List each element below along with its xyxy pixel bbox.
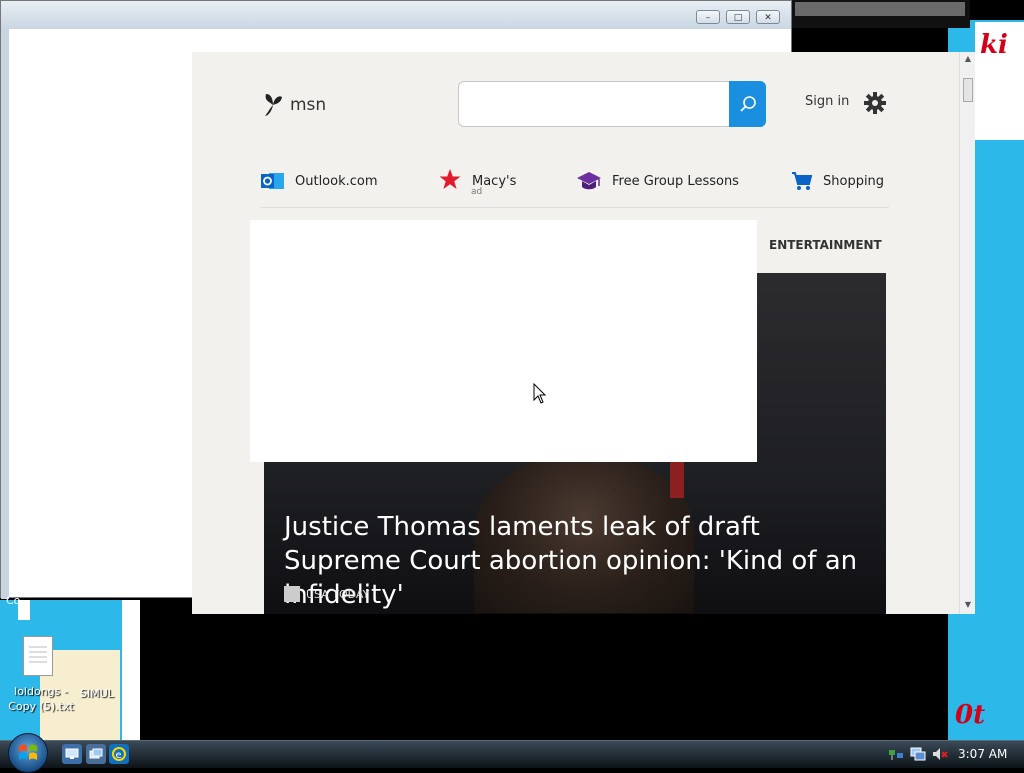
monitor-icon[interactable] — [910, 746, 926, 762]
scroll-thumb[interactable] — [963, 78, 973, 102]
close-button[interactable]: ✕ — [756, 10, 780, 24]
system-tray: 3:07 AM — [888, 742, 1024, 766]
search-input[interactable] — [458, 81, 766, 127]
quick-link-macys[interactable]: Macy's ad — [438, 166, 516, 197]
window-frame — [1, 29, 9, 599]
scroll-down-arrow-icon[interactable]: ▼ — [960, 600, 975, 612]
window-titlebar[interactable]: – □ ✕ — [1, 1, 791, 29]
start-button[interactable] — [8, 733, 48, 773]
macys-star-icon — [439, 169, 461, 189]
ad-badge: ad — [471, 187, 483, 197]
ad-placeholder[interactable] — [250, 220, 757, 462]
vertical-scrollbar[interactable]: ▲ ▼ — [959, 52, 975, 614]
wallpaper-text-bottom: 0t — [955, 700, 986, 730]
wallpaper-text: ki — [980, 30, 1008, 60]
background-window-strip — [795, 2, 965, 16]
quick-link-free-group-lessons[interactable]: Free Group Lessons — [576, 166, 739, 196]
volume-muted-icon[interactable] — [932, 746, 948, 762]
section-label[interactable]: ENTERTAINMENT — [769, 238, 882, 252]
scroll-up-arrow-icon[interactable]: ▲ — [960, 54, 975, 66]
outlook-icon — [261, 173, 284, 189]
hero-image-detail — [670, 458, 684, 498]
article-source: USA TODAY — [306, 588, 370, 601]
desktop-partial-label: Co — [6, 594, 21, 607]
internet-explorer-icon[interactable]: e — [109, 744, 129, 764]
show-desktop-icon[interactable] — [62, 744, 82, 764]
taskbar — [0, 740, 1024, 768]
quick-link-outlook[interactable]: Outlook.com — [261, 166, 378, 196]
graduation-cap-icon — [577, 172, 601, 190]
settings-button[interactable] — [863, 91, 887, 115]
desktop-icon-label[interactable]: SIMUL — [80, 686, 114, 701]
msn-butterfly-icon — [265, 94, 282, 116]
sign-in-link[interactable]: Sign in — [805, 94, 849, 109]
quick-link-label: Shopping — [823, 173, 885, 189]
msn-logo-text: msn — [290, 95, 327, 115]
desktop-icon-label: loldongs - Copy (5).txt — [8, 685, 74, 713]
msn-logo[interactable]: msn — [262, 92, 326, 118]
minimize-button[interactable]: – — [696, 10, 720, 24]
wallpaper-fragment — [122, 600, 140, 740]
quick-link-label: Free Group Lessons — [612, 173, 739, 189]
search-button[interactable] — [729, 81, 766, 127]
clock[interactable]: 3:07 AM — [958, 747, 1007, 761]
svg-text:e: e — [116, 750, 122, 761]
gear-icon — [864, 92, 886, 114]
switch-windows-icon[interactable] — [86, 744, 106, 764]
quick-link-shopping[interactable]: Shopping — [791, 166, 884, 196]
source-logo-icon — [284, 586, 300, 602]
shopping-cart-icon — [792, 172, 813, 190]
mouse-pointer-icon — [533, 382, 547, 409]
network-icon[interactable] — [888, 746, 904, 762]
text-file-icon — [23, 636, 53, 676]
search-icon — [739, 96, 756, 112]
article-headline[interactable]: Justice Thomas laments leak of draft Sup… — [284, 510, 874, 612]
maximize-button[interactable]: □ — [726, 10, 750, 24]
windows-logo-icon — [19, 744, 37, 760]
divider — [261, 207, 889, 208]
msn-page[interactable]: msn Sign in Outlook.com Macy's ad Free G… — [192, 52, 975, 614]
quick-link-label: Outlook.com — [295, 173, 378, 189]
